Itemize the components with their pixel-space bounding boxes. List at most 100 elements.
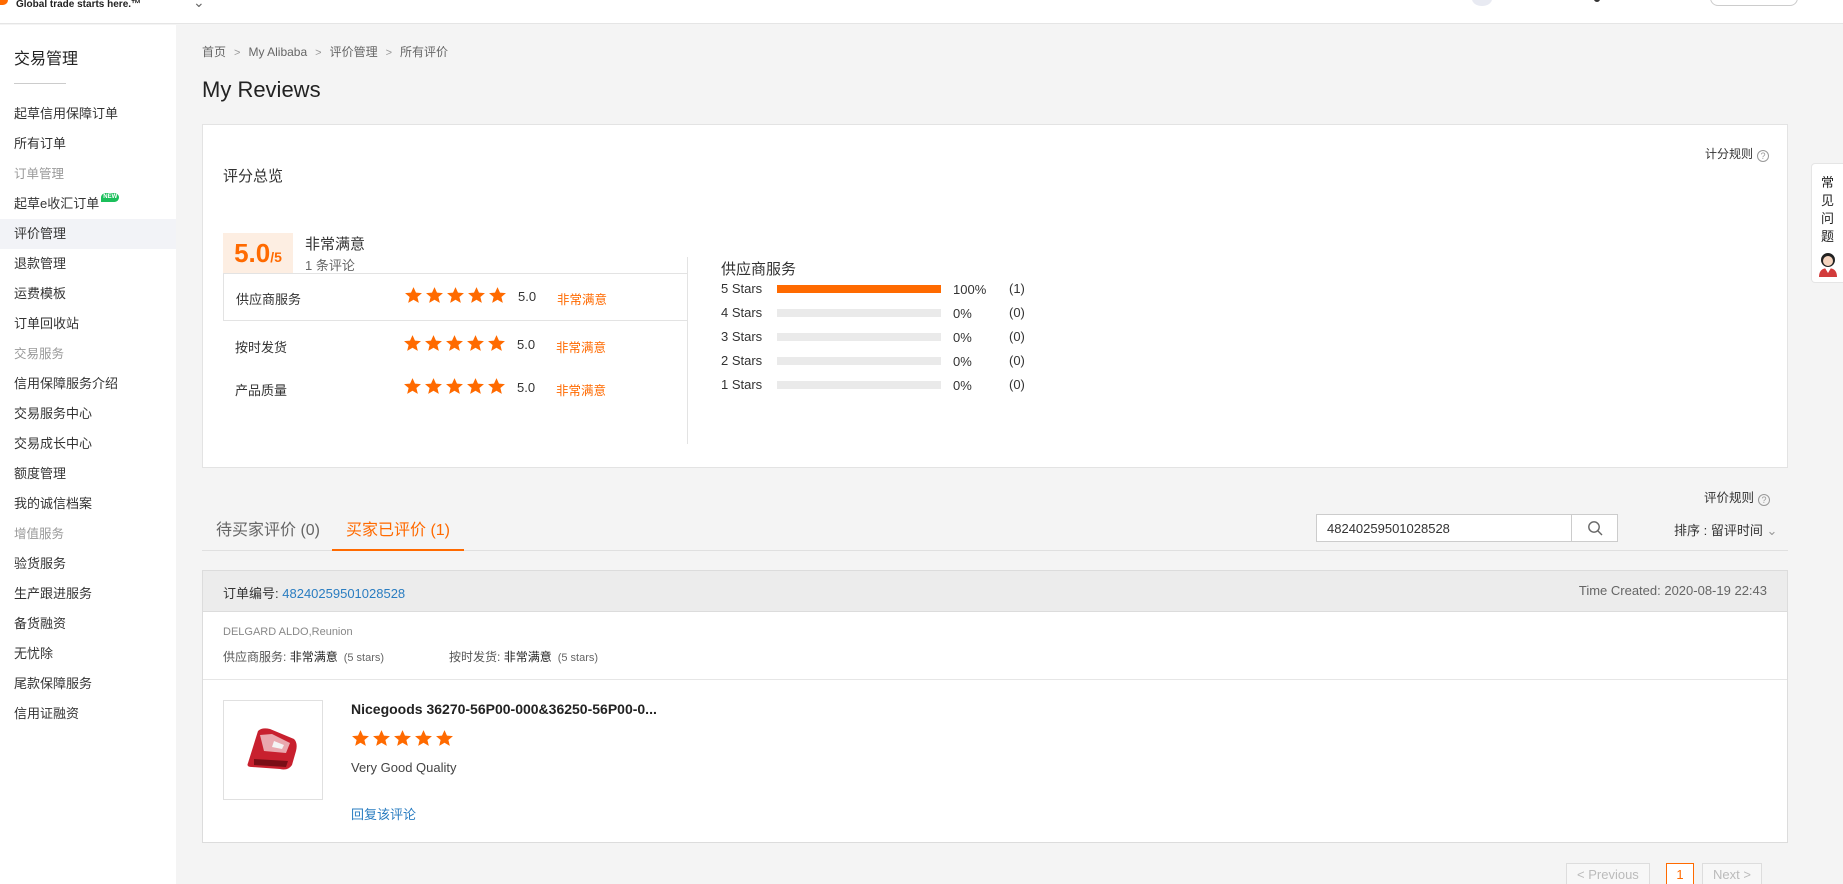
- star-icon: [488, 335, 505, 351]
- order-header: 订单编号: 48240259501028528 Time Created: 20…: [203, 571, 1787, 612]
- sidebar-item[interactable]: 订单回收站: [0, 309, 176, 339]
- chevron-down-icon[interactable]: ⌄: [193, 0, 205, 11]
- sidebar-item-label: 订单回收站: [14, 316, 80, 331]
- star-icon: [467, 335, 484, 351]
- distribution-bar: [777, 309, 941, 317]
- sidebar-item-label: 起草信用保障订单: [14, 106, 119, 121]
- alibaba-logo-icon[interactable]: [0, 0, 8, 5]
- previous-page-button[interactable]: < Previous: [1566, 863, 1650, 884]
- search-input[interactable]: [1317, 515, 1573, 541]
- sidebar-item-label: 生产跟进服务: [14, 586, 93, 601]
- sidebar-item[interactable]: 备货融资: [0, 609, 176, 639]
- distribution-percent: 0%: [953, 378, 972, 393]
- sidebar-item-label: 所有订单: [14, 136, 67, 151]
- star-icon: [446, 335, 463, 351]
- sidebar-item[interactable]: 尾款保障服务: [0, 669, 176, 699]
- sidebar-item[interactable]: 退款管理: [0, 249, 176, 279]
- sidebar-item-label: 订单管理: [14, 167, 65, 181]
- search-button[interactable]: [1571, 515, 1617, 541]
- sidebar-item-label: 我的诚信档案: [14, 496, 93, 511]
- product-name[interactable]: Nicegoods 36270-56P00-000&36250-56P00-0.…: [351, 701, 657, 717]
- distribution-percent: 0%: [953, 354, 972, 369]
- next-page-button[interactable]: Next >: [1702, 863, 1762, 884]
- user-avatar[interactable]: [1472, 0, 1492, 6]
- sidebar-item-label: 退款管理: [14, 256, 67, 271]
- faq-side-tab[interactable]: 常见问题: [1811, 163, 1843, 283]
- sidebar-item-label: 验货服务: [14, 556, 67, 571]
- header-button[interactable]: [1710, 0, 1798, 6]
- star-icon: [352, 730, 369, 746]
- order-time-created: Time Created: 2020-08-19 22:43: [1578, 583, 1767, 598]
- distribution-bar: [777, 357, 941, 365]
- delivery-stars: (5 stars): [557, 652, 599, 664]
- breadcrumb-all-reviews: 所有评价: [400, 45, 449, 59]
- new-badge: NEW: [101, 193, 120, 202]
- sidebar-item-label: 额度管理: [14, 466, 67, 481]
- sidebar-item[interactable]: 验货服务: [0, 549, 176, 579]
- sidebar-item[interactable]: 所有订单: [0, 129, 176, 159]
- rating-value: 5.0: [517, 380, 536, 395]
- next-label: Next: [1713, 867, 1740, 882]
- review-rules-label: 评价规则: [1703, 491, 1754, 505]
- breadcrumb-my-alibaba[interactable]: My Alibaba: [248, 45, 307, 59]
- tab-pending-reviews[interactable]: 待买家评价 (0): [202, 513, 334, 551]
- review-rules-link[interactable]: 评价规则?: [1704, 487, 1770, 506]
- star-icon: [373, 730, 390, 746]
- sidebar-item-label: 运费模板: [14, 286, 67, 301]
- sidebar-item-label: 交易成长中心: [14, 436, 93, 451]
- supplier-service-rating: 供应商服务: 非常满意 (5 stars): [223, 648, 384, 665]
- overview-title: 评分总览: [223, 168, 284, 185]
- sidebar-item[interactable]: 交易成长中心: [0, 429, 176, 459]
- order-number-link[interactable]: 48240259501028528: [282, 586, 405, 601]
- reply-review-link[interactable]: 回复该评论: [351, 804, 416, 823]
- sidebar-item-label: 无忧除: [14, 646, 54, 661]
- breadcrumb-home[interactable]: 首页: [202, 43, 226, 60]
- service-stars: (5 stars): [343, 652, 385, 664]
- faq-label: 常见问题: [1821, 175, 1835, 244]
- sidebar-item[interactable]: 信用保障服务介绍: [0, 369, 176, 399]
- sidebar-group-label: 订单管理: [0, 159, 176, 189]
- rating-stars: [403, 377, 508, 397]
- sidebar-item-label: 信用证融资: [14, 706, 80, 721]
- distribution-count: (0): [1009, 353, 1025, 368]
- sidebar-item[interactable]: 无忧除: [0, 639, 176, 669]
- star-icon: [447, 287, 464, 303]
- scoring-rules-link[interactable]: 计分规则?: [1705, 145, 1769, 162]
- sort-dropdown[interactable]: 排序 : 留评时间 ⌄: [1674, 520, 1777, 539]
- order-number: 订单编号: 48240259501028528: [223, 583, 405, 602]
- page-number-current[interactable]: 1: [1666, 863, 1694, 884]
- help-icon: ?: [1757, 150, 1769, 162]
- rating-stars: [403, 334, 508, 354]
- support-agent-icon: [1819, 253, 1837, 277]
- search-icon: [1587, 521, 1602, 536]
- sidebar-item[interactable]: 生产跟进服务: [0, 579, 176, 609]
- sidebar-item[interactable]: 起草信用保障订单: [0, 99, 176, 129]
- sidebar-item[interactable]: 信用证融资: [0, 699, 176, 729]
- sidebar-item[interactable]: 我的诚信档案: [0, 489, 176, 519]
- sidebar-item[interactable]: 额度管理: [0, 459, 176, 489]
- sidebar-divider: [14, 83, 66, 84]
- sidebar-item[interactable]: 交易服务中心: [0, 399, 176, 429]
- rating-label: 按时发货: [235, 340, 288, 355]
- tab-buyer-reviewed[interactable]: 买家已评价 (1): [332, 513, 465, 551]
- tail-light-image: [247, 728, 297, 770]
- previous-label: Previous: [1588, 867, 1639, 882]
- sidebar-item[interactable]: 起草e收汇订单 NEW: [0, 189, 176, 219]
- service-label: 供应商服务:: [223, 650, 287, 664]
- sidebar-item-label: 增值服务: [14, 527, 65, 541]
- sidebar-item[interactable]: 运费模板: [0, 279, 176, 309]
- rating-word: 非常满意: [556, 341, 607, 355]
- breadcrumb-review-management[interactable]: 评价管理: [330, 43, 378, 60]
- score-max: /5: [270, 249, 282, 265]
- sidebar-item-label: 起草e收汇订单: [14, 196, 100, 211]
- sidebar-item[interactable]: 评价管理: [0, 219, 176, 249]
- help-icon: ?: [1758, 494, 1770, 506]
- chevron-right-icon: >: [385, 47, 393, 59]
- chevron-right-icon: >: [1743, 867, 1751, 882]
- distribution-label: 2 Stars: [721, 353, 763, 368]
- star-icon: [404, 378, 421, 394]
- notification-icon[interactable]: [1594, 0, 1600, 2]
- order-divider: [203, 679, 1787, 680]
- distribution-bar: [777, 285, 941, 293]
- product-thumbnail[interactable]: [223, 700, 323, 800]
